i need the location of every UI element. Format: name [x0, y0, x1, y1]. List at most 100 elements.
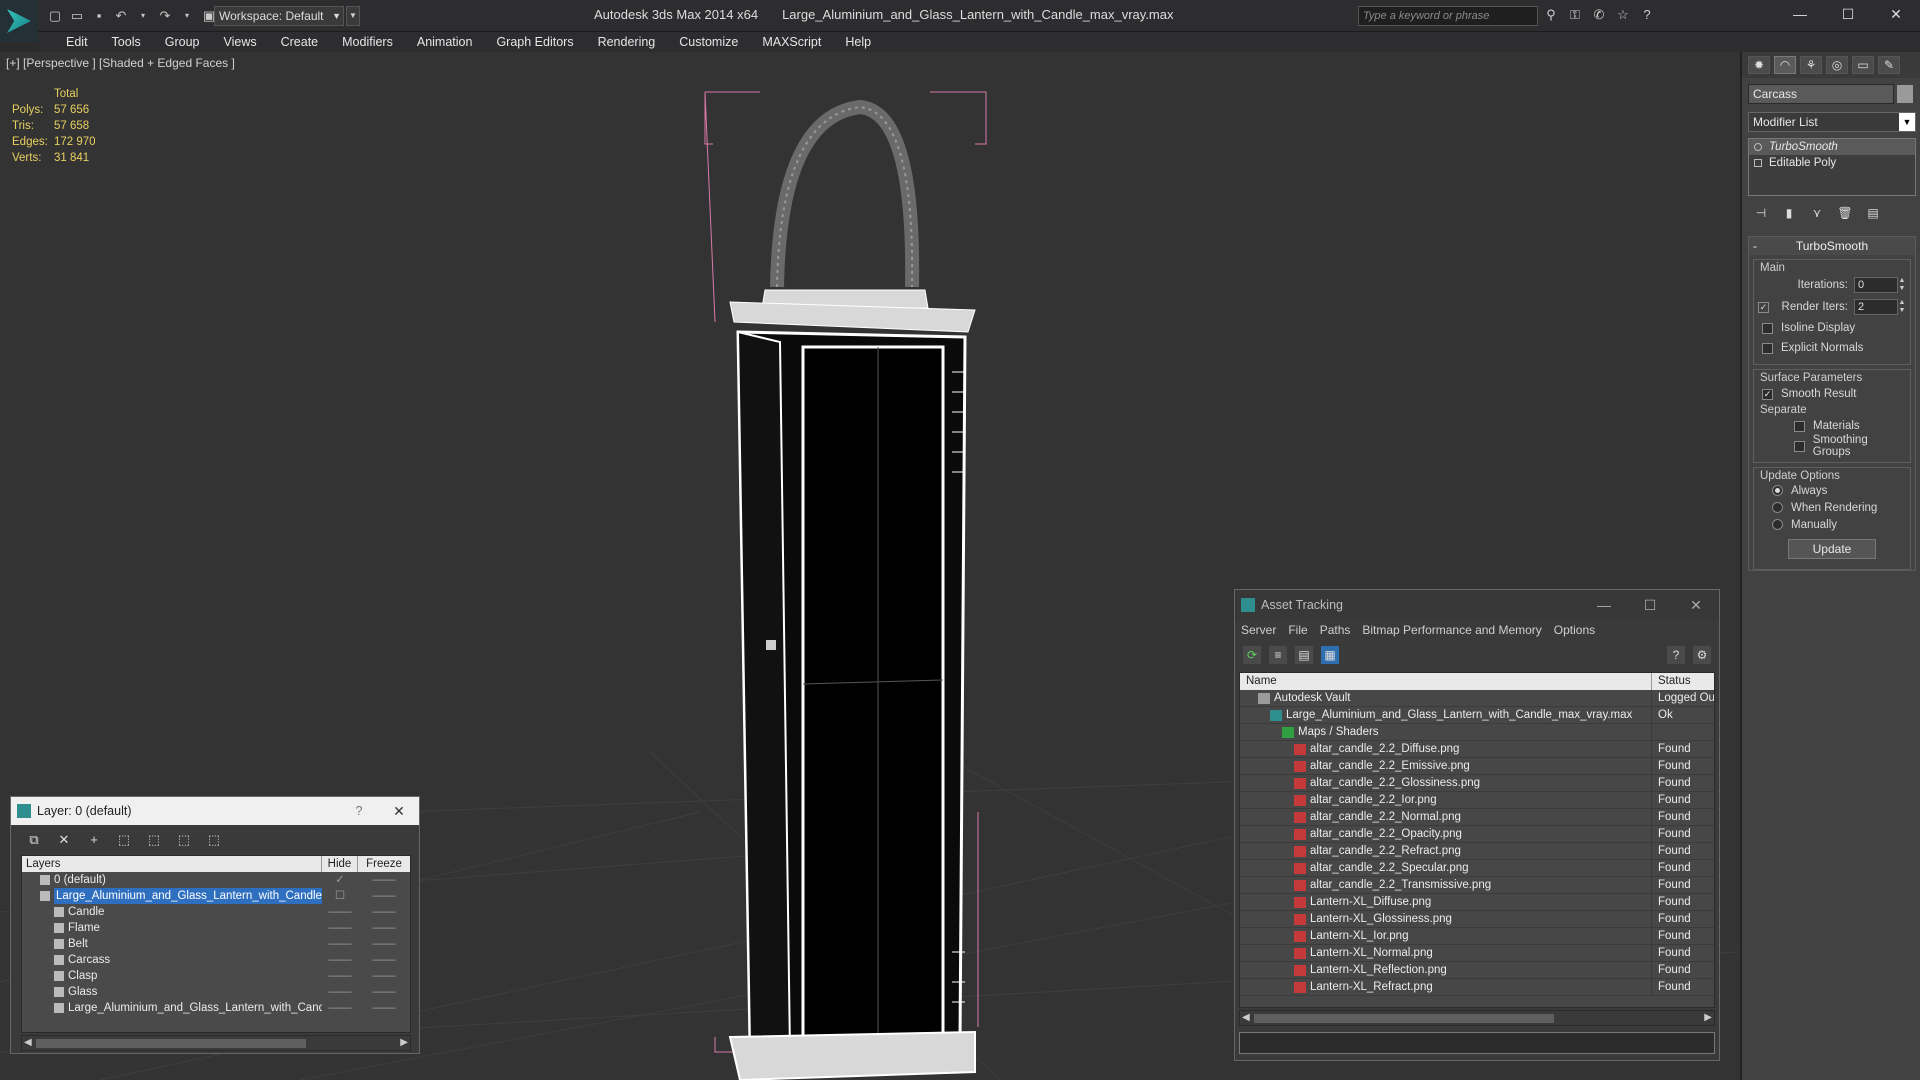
scroll-right-icon[interactable]: ▶	[1704, 1011, 1712, 1025]
asset-row[interactable]: Lantern-XL_Glossiness.png Found	[1240, 911, 1714, 928]
utilities-tab-icon[interactable]: ✎	[1878, 56, 1900, 74]
save-icon[interactable]: ▪	[90, 7, 108, 25]
column-layers[interactable]: Layers	[22, 856, 322, 872]
workspace-dropdown[interactable]: Workspace: Default ▼	[214, 6, 344, 26]
help-icon[interactable]: ?	[1638, 6, 1656, 24]
maximize-button[interactable]: ☐	[1627, 597, 1673, 614]
asset-row[interactable]: altar_candle_2.2_Opacity.png Found	[1240, 826, 1714, 843]
show-end-result-icon[interactable]: ▮	[1780, 204, 1798, 222]
scroll-left-icon[interactable]: ◀	[1242, 1011, 1250, 1025]
hide-toggle[interactable]: ——	[322, 984, 358, 1000]
render-iters-input[interactable]: 2	[1854, 299, 1898, 315]
asset-row[interactable]: altar_candle_2.2_Specular.png Found	[1240, 860, 1714, 877]
freeze-all-layers-icon[interactable]: ⬚	[205, 831, 223, 849]
stack-item-editable-poly[interactable]: Editable Poly	[1749, 155, 1915, 171]
freeze-toggle[interactable]: ——	[358, 920, 410, 936]
freeze-toggle[interactable]: ——	[358, 888, 410, 904]
asset-row[interactable]: Maps / Shaders	[1240, 724, 1714, 741]
pin-stack-icon[interactable]: ⊣	[1752, 204, 1770, 222]
scroll-right-icon[interactable]: ▶	[400, 1036, 408, 1050]
when-rendering-radio[interactable]: When Rendering	[1758, 499, 1906, 516]
column-status[interactable]: Status	[1652, 673, 1714, 690]
asset-row[interactable]: altar_candle_2.2_Transmissive.png Found	[1240, 877, 1714, 894]
maximize-button[interactable]: ☐	[1824, 0, 1872, 28]
help-button[interactable]: ?	[339, 804, 379, 818]
layer-row[interactable]: Large_Aluminium_and_Glass_Lantern_with_C…	[22, 888, 410, 904]
layer-row[interactable]: Clasp —— ——	[22, 968, 410, 984]
asset-row[interactable]: Lantern-XL_Reflection.png Found	[1240, 962, 1714, 979]
menu-file[interactable]: File	[1288, 620, 1307, 640]
open-file-icon[interactable]: ▭	[68, 7, 86, 25]
menu-create[interactable]: Create	[269, 32, 331, 52]
always-radio[interactable]: Always	[1758, 482, 1906, 499]
binoculars-icon[interactable]: ⚲	[1542, 6, 1560, 24]
menu-paths[interactable]: Paths	[1320, 620, 1351, 640]
materials-checkbox[interactable]: Materials	[1758, 416, 1906, 436]
menu-modifiers[interactable]: Modifiers	[330, 32, 405, 52]
favorites-star-icon[interactable]: ☆	[1614, 6, 1632, 24]
remove-modifier-icon[interactable]: 🗑	[1836, 204, 1854, 222]
layer-row[interactable]: Large_Aluminium_and_Glass_Lantern_with_C…	[22, 1000, 410, 1016]
asset-row[interactable]: altar_candle_2.2_Emissive.png Found	[1240, 758, 1714, 775]
menu-graph-editors[interactable]: Graph Editors	[484, 32, 585, 52]
asset-status-field[interactable]	[1239, 1032, 1715, 1054]
display-tab-icon[interactable]: ▭	[1852, 56, 1874, 74]
hierarchy-tab-icon[interactable]: ⚘	[1800, 56, 1822, 74]
menu-rendering[interactable]: Rendering	[586, 32, 668, 52]
hide-toggle[interactable]: ——	[322, 920, 358, 936]
column-name[interactable]: Name	[1240, 673, 1652, 690]
asset-row[interactable]: altar_candle_2.2_Ior.png Found	[1240, 792, 1714, 809]
menu-customize[interactable]: Customize	[667, 32, 750, 52]
vault-settings-icon[interactable]: ⚙	[1693, 646, 1711, 664]
dropdown-arrow-icon[interactable]: ▾	[134, 7, 152, 25]
hide-toggle[interactable]: ☐	[322, 888, 358, 904]
help-icon[interactable]: ?	[1667, 646, 1685, 664]
freeze-toggle[interactable]: ——	[358, 904, 410, 920]
layer-row[interactable]: Flame —— ——	[22, 920, 410, 936]
smoothing-groups-checkbox[interactable]: Smoothing Groups	[1758, 434, 1906, 458]
menu-tools[interactable]: Tools	[100, 32, 153, 52]
asset-row[interactable]: altar_candle_2.2_Diffuse.png Found	[1240, 741, 1714, 758]
freeze-toggle[interactable]: ——	[358, 1000, 410, 1016]
menu-group[interactable]: Group	[153, 32, 212, 52]
asset-row[interactable]: Lantern-XL_Refract.png Found	[1240, 979, 1714, 996]
layer-window-titlebar[interactable]: Layer: 0 (default) ? ✕	[11, 797, 419, 825]
layer-row[interactable]: 0 (default) ✓ ——	[22, 872, 410, 888]
checkbox-box[interactable]	[1794, 420, 1805, 432]
stack-item-turbosmooth[interactable]: TurboSmooth	[1749, 139, 1915, 155]
motion-tab-icon[interactable]: ◎	[1826, 56, 1848, 74]
refresh-icon[interactable]: ⟳	[1243, 646, 1261, 664]
close-button[interactable]: ✕	[379, 803, 419, 820]
app-logo-button[interactable]	[0, 0, 38, 42]
modifier-list-dropdown[interactable]: Modifier List ▼	[1748, 112, 1916, 132]
asset-row[interactable]: altar_candle_2.2_Refract.png Found	[1240, 843, 1714, 860]
menu-maxscript[interactable]: MAXScript	[750, 32, 833, 52]
close-button[interactable]: ✕	[1872, 0, 1920, 28]
rollout-header[interactable]: - TurboSmooth	[1749, 237, 1915, 255]
table-view-icon[interactable]: ▦	[1321, 646, 1339, 664]
asset-row[interactable]: altar_candle_2.2_Glossiness.png Found	[1240, 775, 1714, 792]
column-freeze[interactable]: Freeze	[358, 856, 410, 872]
menu-views[interactable]: Views	[211, 32, 268, 52]
undo-icon[interactable]: ↶	[112, 7, 130, 25]
menu-animation[interactable]: Animation	[405, 32, 485, 52]
hide-toggle[interactable]: ✓	[322, 872, 358, 888]
object-name-field[interactable]: Carcass	[1748, 84, 1913, 104]
iterations-input[interactable]: 0	[1854, 277, 1898, 293]
menu-edit[interactable]: Edit	[54, 32, 100, 52]
radio-button[interactable]	[1772, 502, 1783, 513]
checkbox-box[interactable]	[1794, 440, 1805, 452]
communication-icon[interactable]: ✆	[1590, 6, 1608, 24]
scrollbar-thumb[interactable]	[36, 1039, 306, 1048]
asset-tracking-titlebar[interactable]: Asset Tracking — ☐ ✕	[1235, 590, 1719, 620]
search-input[interactable]: Type a keyword or phrase	[1358, 6, 1538, 26]
isoline-display-checkbox[interactable]: Isoline Display	[1758, 318, 1906, 338]
subscription-icon[interactable]: ⚿	[1566, 6, 1584, 24]
checkbox-box[interactable]	[1762, 342, 1773, 354]
close-button[interactable]: ✕	[1673, 597, 1719, 614]
freeze-toggle[interactable]: ——	[358, 968, 410, 984]
object-color-swatch[interactable]	[1897, 85, 1913, 103]
minimize-button[interactable]: —	[1581, 597, 1627, 614]
menu-server[interactable]: Server	[1241, 620, 1276, 640]
minimize-button[interactable]: —	[1776, 0, 1824, 28]
